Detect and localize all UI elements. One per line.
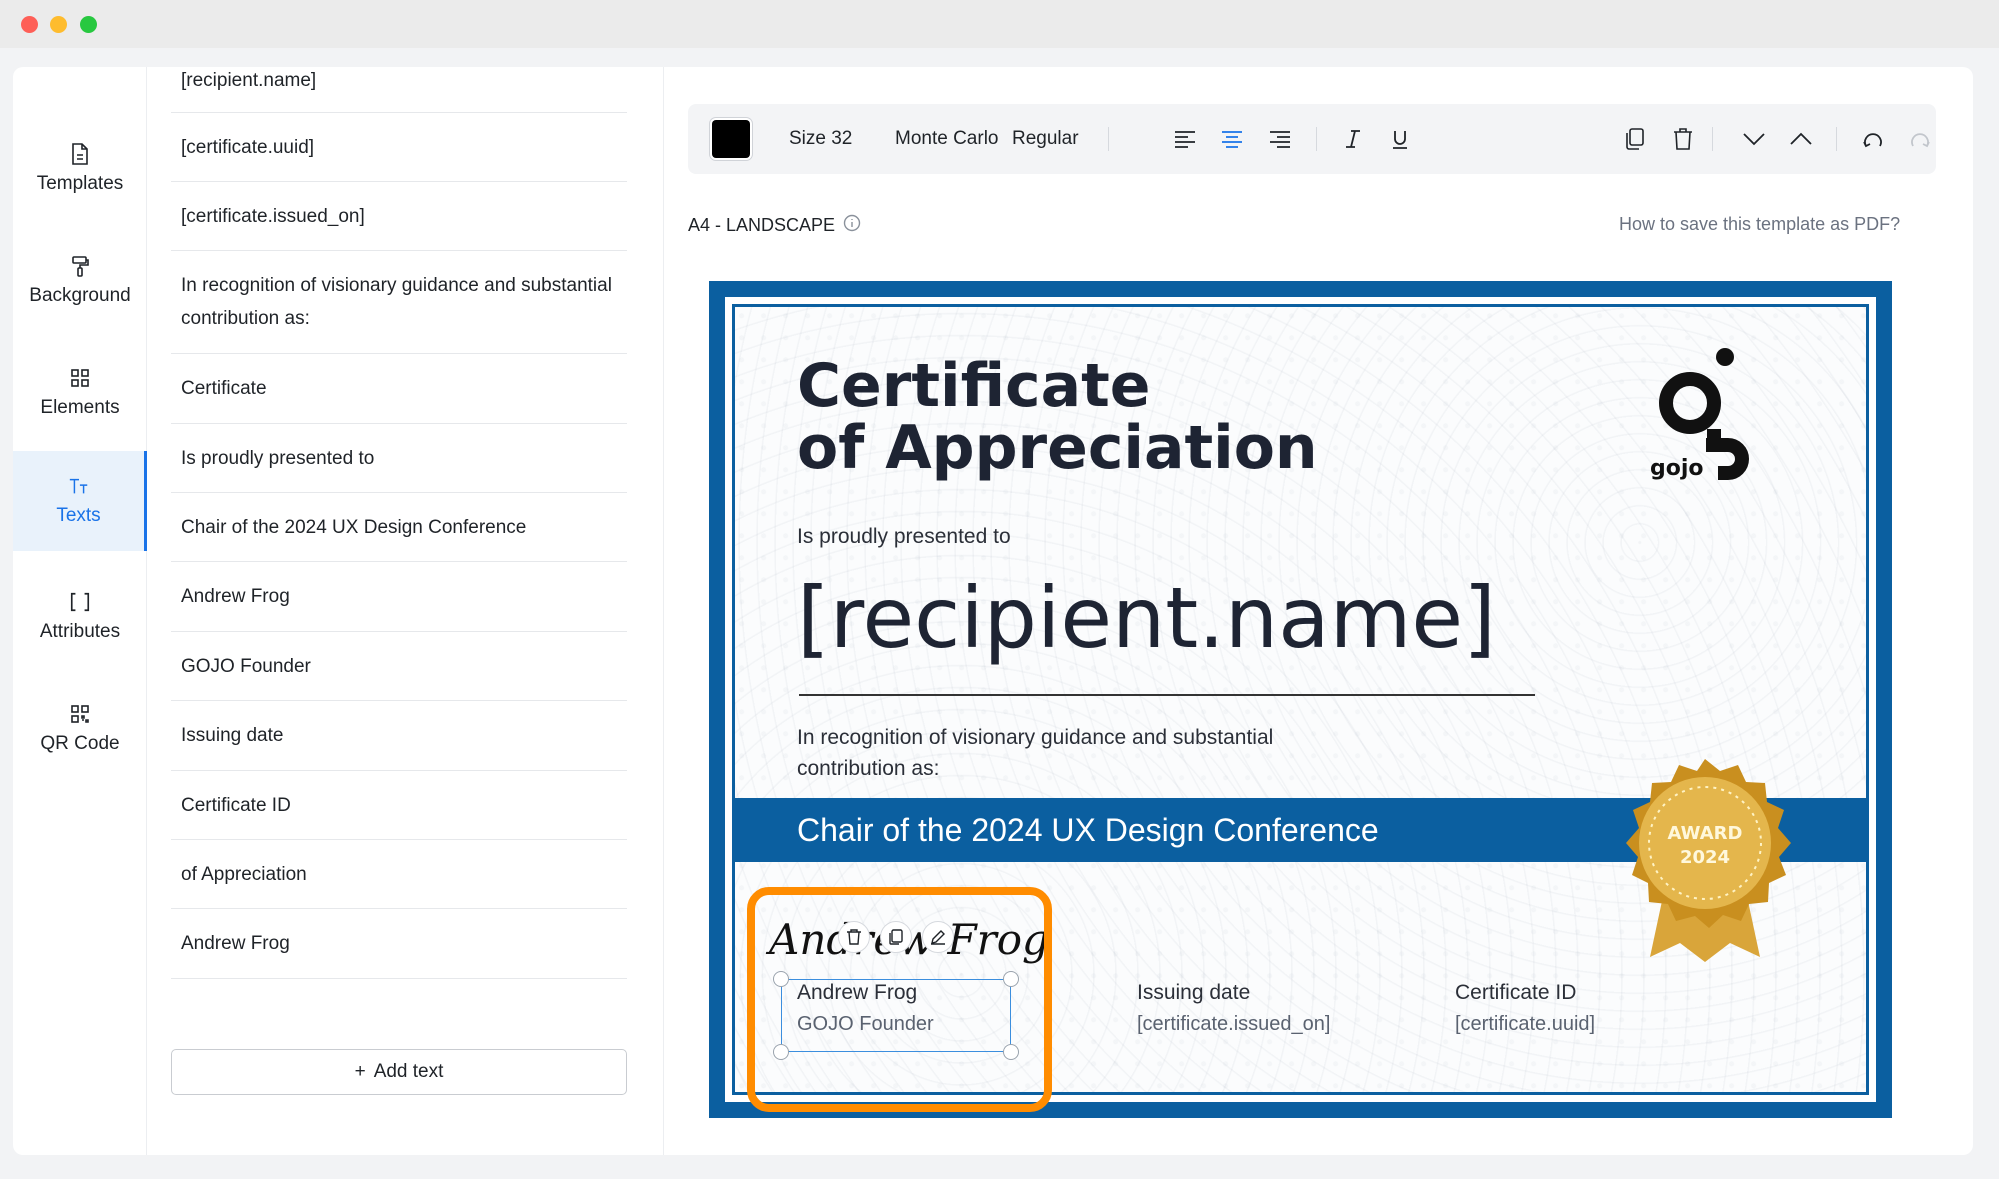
list-item-label: Issuing date	[181, 725, 284, 746]
file-icon	[69, 143, 91, 165]
issuing-date-label[interactable]: Issuing date	[1137, 981, 1250, 1005]
rail-item-attributes[interactable]: Attributes	[13, 567, 147, 667]
close-window-button[interactable]	[21, 16, 38, 33]
recognition-text[interactable]: In recognition of visionary guidance and…	[797, 722, 1357, 784]
rail-label: Attributes	[39, 621, 121, 642]
list-item-label: [recipient.name]	[181, 70, 317, 91]
toolbar-divider	[1108, 127, 1109, 151]
text-icon	[68, 475, 90, 497]
title-line-2: of Appreciation	[797, 413, 1318, 483]
add-text-button[interactable]: + Add text	[171, 1049, 627, 1095]
list-item[interactable]: Andrew Frog	[171, 909, 627, 979]
presented-text[interactable]: Is proudly presented to	[797, 525, 1011, 549]
list-item[interactable]: [certificate.issued_on]	[171, 182, 627, 251]
list-item-label: Andrew Frog	[181, 586, 290, 607]
list-item-label: of Appreciation	[181, 863, 307, 885]
list-item-label: [certificate.uuid]	[181, 136, 315, 158]
recipient-underline	[799, 694, 1535, 696]
texts-list-panel: [recipient.name] [certificate.uuid] [cer…	[148, 67, 664, 1155]
role-text[interactable]: Chair of the 2024 UX Design Conference	[797, 798, 1379, 862]
toolbar-divider	[1316, 127, 1317, 151]
issuing-date-value[interactable]: [certificate.issued_on]	[1137, 1013, 1330, 1036]
list-item-label: Certificate	[181, 378, 267, 399]
plus-icon: +	[354, 1061, 366, 1082]
award-seal[interactable]: AWARD 2024	[1610, 747, 1800, 967]
seal-line-1: AWARD	[1668, 823, 1743, 844]
left-rail: Templates Background Elements Texts Attr…	[13, 67, 147, 1155]
toolbar-divider	[1712, 127, 1713, 151]
seal-line-2: 2024	[1680, 847, 1730, 868]
list-item[interactable]: [certificate.uuid]	[171, 113, 627, 182]
minimize-window-button[interactable]	[50, 16, 67, 33]
font-size-select[interactable]: Size 32	[789, 104, 852, 174]
list-item[interactable]: Certificate	[171, 354, 627, 424]
rail-label: Templates	[36, 173, 124, 194]
list-item[interactable]: Andrew Frog	[171, 562, 627, 632]
info-icon[interactable]	[843, 214, 861, 237]
rail-item-qr-code[interactable]: QR Code	[13, 679, 147, 779]
italic-icon[interactable]	[1341, 127, 1365, 151]
paint-roller-icon	[69, 255, 91, 277]
font-weight-select[interactable]: Regular	[1012, 104, 1079, 174]
window-titlebar	[0, 0, 1999, 48]
chevron-up-icon[interactable]	[1789, 127, 1813, 151]
paper-size-text: A4 - LANDSCAPE	[688, 215, 836, 235]
redo-icon[interactable]	[1908, 127, 1932, 151]
rail-label: QR Code	[40, 733, 120, 754]
undo-icon[interactable]	[1861, 127, 1885, 151]
rail-item-background[interactable]: Background	[13, 231, 147, 331]
grid-icon	[69, 367, 91, 389]
rail-label: Texts	[56, 505, 101, 526]
save-as-pdf-help-link[interactable]: How to save this template as PDF?	[1619, 214, 1900, 235]
list-item-label: Is proudly presented to	[181, 447, 375, 469]
certificate-title[interactable]: Certificate of Appreciation	[797, 355, 1318, 479]
certificate-id-label[interactable]: Certificate ID	[1455, 981, 1576, 1005]
maximize-window-button[interactable]	[80, 16, 97, 33]
list-item[interactable]: Chair of the 2024 UX Design Conference	[171, 493, 627, 562]
rail-item-elements[interactable]: Elements	[13, 343, 147, 443]
app-window: Templates Background Elements Texts Attr…	[13, 67, 1973, 1155]
title-line-1: Certificate	[797, 351, 1151, 421]
list-item-label: [certificate.issued_on]	[181, 205, 365, 227]
list-item[interactable]: In recognition of visionary guidance and…	[171, 251, 627, 354]
list-item[interactable]: of Appreciation	[171, 840, 627, 909]
gojo-logo[interactable]: gojo	[1646, 345, 1756, 485]
align-left-icon[interactable]	[1173, 127, 1197, 151]
duplicate-icon[interactable]	[1623, 127, 1647, 151]
qr-icon	[69, 703, 91, 725]
certificate-id-value[interactable]: [certificate.uuid]	[1455, 1013, 1595, 1036]
add-text-label: Add text	[373, 1061, 444, 1082]
list-item[interactable]: Issuing date	[171, 701, 627, 771]
color-swatch[interactable]	[712, 120, 750, 158]
list-item[interactable]: Certificate ID	[171, 771, 627, 840]
list-item-label: In recognition of visionary guidance and…	[181, 275, 612, 329]
rail-label: Background	[29, 285, 131, 306]
highlight-callout	[747, 887, 1052, 1112]
list-item-label: Andrew Frog	[181, 933, 290, 954]
text-toolbar: Size 32 Monte Carlo Regular	[688, 104, 1936, 174]
recipient-name[interactable]: [recipient.name]	[797, 569, 1496, 667]
rail-item-texts[interactable]: Texts	[13, 451, 147, 551]
list-item-label: Certificate ID	[181, 794, 291, 816]
list-item-label: GOJO Founder	[181, 655, 311, 677]
list-item-label: Chair of the 2024 UX Design Conference	[181, 516, 527, 538]
trash-icon[interactable]	[1671, 127, 1695, 151]
brackets-icon	[69, 591, 91, 613]
font-family-select[interactable]: Monte Carlo	[895, 104, 999, 174]
rail-label: Elements	[40, 397, 120, 418]
logo-wordmark: gojo	[1650, 456, 1704, 481]
rail-item-templates[interactable]: Templates	[13, 119, 147, 219]
list-item[interactable]: GOJO Founder	[171, 632, 627, 701]
list-item[interactable]: Is proudly presented to	[171, 424, 627, 493]
list-item[interactable]: [recipient.name]	[171, 67, 627, 113]
align-right-icon[interactable]	[1268, 127, 1292, 151]
align-center-icon[interactable]	[1220, 127, 1244, 151]
toolbar-divider	[1836, 127, 1837, 151]
chevron-down-icon[interactable]	[1742, 127, 1766, 151]
paper-size-label: A4 - LANDSCAPE	[688, 214, 861, 237]
underline-icon[interactable]	[1388, 127, 1412, 151]
